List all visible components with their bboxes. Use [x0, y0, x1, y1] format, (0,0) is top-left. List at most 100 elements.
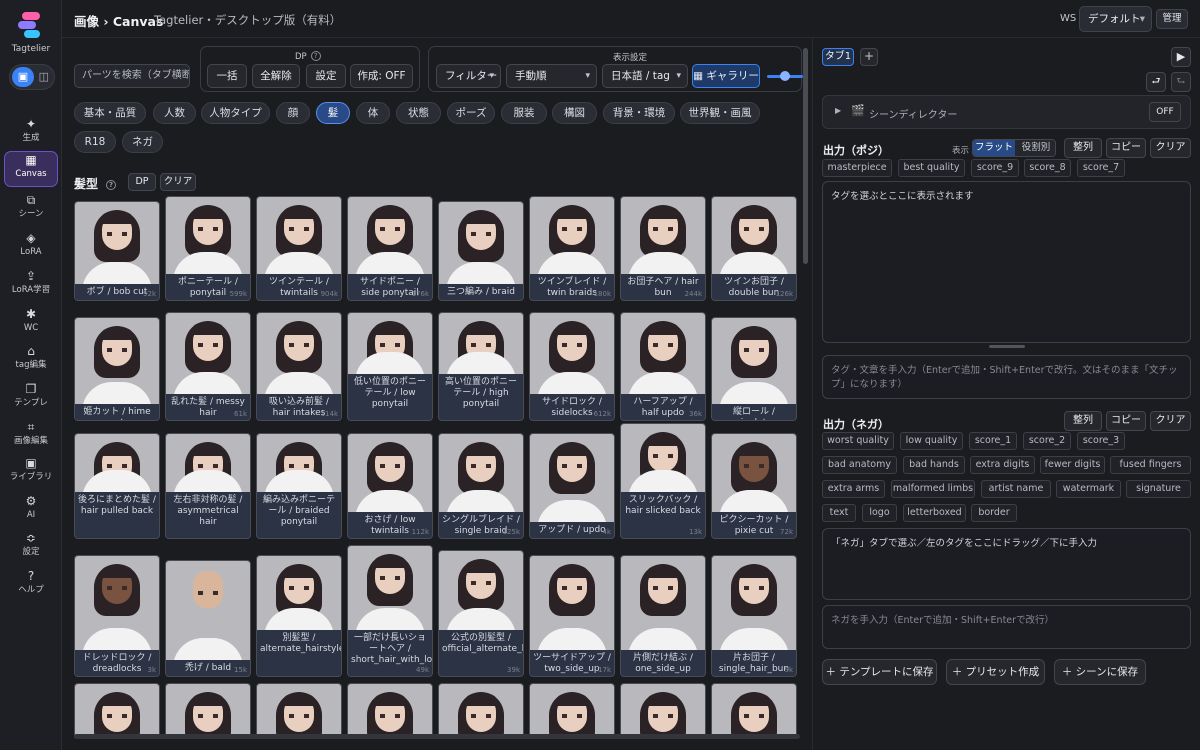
hairstyle-card[interactable]: 三つ編み / braid: [438, 201, 524, 301]
hairstyle-card[interactable]: ピクシーカット / pixie cut 72k: [711, 433, 797, 539]
expand-arrow-icon[interactable]: ▶: [835, 106, 841, 115]
negative-clear-button[interactable]: クリア: [1150, 411, 1191, 431]
section-dp-button[interactable]: DP: [128, 173, 156, 191]
sidebar-item-8[interactable]: ❐ テンプレ: [4, 381, 58, 417]
hairstyle-card[interactable]: 禿げ / bald 15k: [165, 560, 251, 677]
create-preset-button[interactable]: ＋ プリセット作成: [946, 659, 1045, 685]
filter-dropdown[interactable]: フィルター ▾: [436, 64, 501, 88]
hairstyle-card[interactable]: 編み込みポニーテール / braided ponytail: [256, 433, 342, 539]
hairstyle-card[interactable]: アップド / updo 4k: [529, 433, 615, 539]
workspace-select[interactable]: デフォルト: [1079, 6, 1152, 32]
sort-select[interactable]: 手動順 ▾: [506, 64, 597, 88]
scene-director-toggle[interactable]: OFF: [1149, 102, 1181, 122]
sidebar-item-6[interactable]: ✱ WC: [4, 306, 58, 342]
category-chip[interactable]: 構図: [552, 102, 597, 124]
play-icon[interactable]: ▶: [1171, 47, 1191, 67]
sidebar-item-4[interactable]: ◈ LoRA: [4, 230, 58, 266]
sidebar-item-10[interactable]: ▣ ライブラリ: [4, 455, 58, 491]
negative-sort-button[interactable]: 整列: [1064, 411, 1102, 431]
hairstyle-card[interactable]: ドレッドロック / dreadlocks 3k: [74, 555, 160, 677]
hairstyle-card[interactable]: サイドロック / sidelocks 612k: [529, 312, 615, 421]
category-chip[interactable]: ネガ: [122, 131, 163, 153]
negative-output-area[interactable]: 「ネガ」タブで選ぶ／左のタグをここにドラッグ／下に手入力: [822, 528, 1191, 600]
parts-search-input[interactable]: パーツを検索（タブ横断）: [74, 64, 190, 88]
hairstyle-card[interactable]: [347, 683, 433, 738]
hairstyle-card[interactable]: 公式の別髪型 / official_alternate_hairstyle39k: [438, 550, 524, 677]
hairstyle-card[interactable]: 吸い込み前髪 / hair intakes 114k: [256, 312, 342, 421]
hairstyle-card[interactable]: [711, 683, 797, 738]
tag-chip[interactable]: masterpiece: [822, 159, 892, 177]
hairstyle-card[interactable]: 別髪型 / alternate_hairstyle: [256, 555, 342, 677]
gallery-vertical-scrollbar[interactable]: [803, 48, 808, 264]
hairstyle-card[interactable]: 姫カット / hime cut: [74, 317, 160, 421]
hairstyle-card[interactable]: スリックバック / hair slicked back 13k: [620, 423, 706, 539]
hairstyle-card[interactable]: おさげ / low twintails 112k: [347, 433, 433, 539]
save-scene-button[interactable]: ＋ シーンに保存: [1054, 659, 1146, 685]
resize-handle[interactable]: [989, 345, 1025, 348]
hairstyle-card[interactable]: 片側だけ結ぶ / one_side_up: [620, 555, 706, 677]
hairstyle-card[interactable]: 縦ロール / ringlets: [711, 317, 797, 421]
redo-icon[interactable]: ⮑: [1171, 72, 1191, 92]
tag-chip[interactable]: artist name: [981, 480, 1051, 498]
gallery-view-button[interactable]: ▦ ギャラリー: [692, 64, 760, 88]
hairstyle-card[interactable]: ツインブレイド / twin braids 180k: [529, 196, 615, 301]
sidebar-item-13[interactable]: ? ヘルプ: [4, 568, 58, 604]
hairstyle-card[interactable]: 後ろにまとめた髪 / hair pulled back: [74, 433, 160, 539]
sidebar-item-2[interactable]: ▦ Canvas: [4, 151, 58, 187]
thumb-size-slider-handle[interactable]: [780, 71, 790, 81]
category-chip[interactable]: 状態: [396, 102, 441, 124]
sidebar-item-11[interactable]: ⚙ AI: [4, 493, 58, 529]
section-help-icon[interactable]: ?: [106, 180, 117, 190]
category-chip[interactable]: 人数: [153, 102, 196, 124]
tag-chip[interactable]: low quality: [900, 432, 963, 450]
hairstyle-card[interactable]: シングルブレイド / single braid 125k: [438, 433, 524, 539]
hairstyle-card[interactable]: ハーフアップ / half updo 36k: [620, 312, 706, 421]
sidebar-item-5[interactable]: ⇪ LoRA学習: [4, 268, 58, 304]
tag-chip[interactable]: worst quality: [822, 432, 894, 450]
video-mode-icon[interactable]: ◫: [39, 69, 49, 85]
dp-settings-button[interactable]: 設定: [306, 64, 346, 88]
tag-chip[interactable]: letterboxed: [903, 504, 966, 522]
hairstyle-card[interactable]: [165, 683, 251, 738]
hairstyle-card[interactable]: [438, 683, 524, 738]
hairstyle-card[interactable]: 左右非対称の髪 / asymmetrical hair: [165, 433, 251, 539]
hairstyle-card[interactable]: ツインテール / twintails 904k: [256, 196, 342, 301]
positive-copy-button[interactable]: コピー: [1106, 138, 1146, 158]
category-chip[interactable]: 人物タイプ: [201, 102, 270, 124]
section-clear-button[interactable]: クリア: [160, 173, 196, 191]
sidebar-item-1[interactable]: ✦ 生成: [4, 116, 58, 152]
hairstyle-card[interactable]: 乱れた髪 / messy hair 61k: [165, 312, 251, 421]
positive-clear-button[interactable]: クリア: [1150, 138, 1191, 158]
save-template-button[interactable]: ＋ テンプレートに保存: [822, 659, 937, 685]
hairstyle-card[interactable]: ツーサイドアップ / two_side_up 17k: [529, 555, 615, 677]
tag-chip[interactable]: score_1: [969, 432, 1017, 450]
sidebar-item-9[interactable]: ⌗ 画像編集: [4, 419, 58, 455]
dp-help-icon[interactable]: ?: [310, 51, 321, 61]
dp-all-button[interactable]: 一括: [207, 64, 247, 88]
hairstyle-card[interactable]: 高い位置のポニーテール / high ponytail: [438, 312, 524, 421]
hairstyle-card[interactable]: 一部だけ長いショートヘア / short_hair_with_long_lock…: [347, 545, 433, 677]
tab-1[interactable]: タブ1: [822, 48, 854, 66]
tag-chip[interactable]: score_8: [1024, 159, 1071, 177]
gallery-horizontal-scrollbar[interactable]: [74, 734, 800, 739]
category-chip[interactable]: 髪: [316, 102, 350, 124]
hairstyle-card[interactable]: [256, 683, 342, 738]
scene-director-panel[interactable]: ▶ 🎬 シーンディレクター OFF: [822, 95, 1191, 129]
positive-output-area[interactable]: タグを選ぶとここに表示されます: [822, 181, 1191, 343]
add-tab-button[interactable]: +: [860, 48, 878, 66]
tag-chip[interactable]: extra arms: [822, 480, 885, 498]
negative-tag-input[interactable]: ネガを手入力（Enterで追加・Shift+Enterで改行）: [822, 605, 1191, 649]
tag-chip[interactable]: signature: [1126, 480, 1191, 498]
tag-chip[interactable]: malformed limbs: [891, 480, 975, 498]
tag-chip[interactable]: best quality: [898, 159, 965, 177]
category-chip[interactable]: R18: [74, 131, 116, 153]
tag-chip[interactable]: text: [822, 504, 856, 522]
hairstyle-card[interactable]: [620, 683, 706, 738]
tag-chip[interactable]: score_2: [1023, 432, 1071, 450]
dp-clear-all-button[interactable]: 全解除: [252, 64, 300, 88]
hairstyle-card[interactable]: 低い位置のポニーテール / low ponytail: [347, 312, 433, 421]
hairstyle-card[interactable]: [74, 683, 160, 738]
tag-chip[interactable]: score_9: [971, 159, 1019, 177]
negative-copy-button[interactable]: コピー: [1106, 411, 1146, 431]
tag-chip[interactable]: watermark: [1056, 480, 1121, 498]
